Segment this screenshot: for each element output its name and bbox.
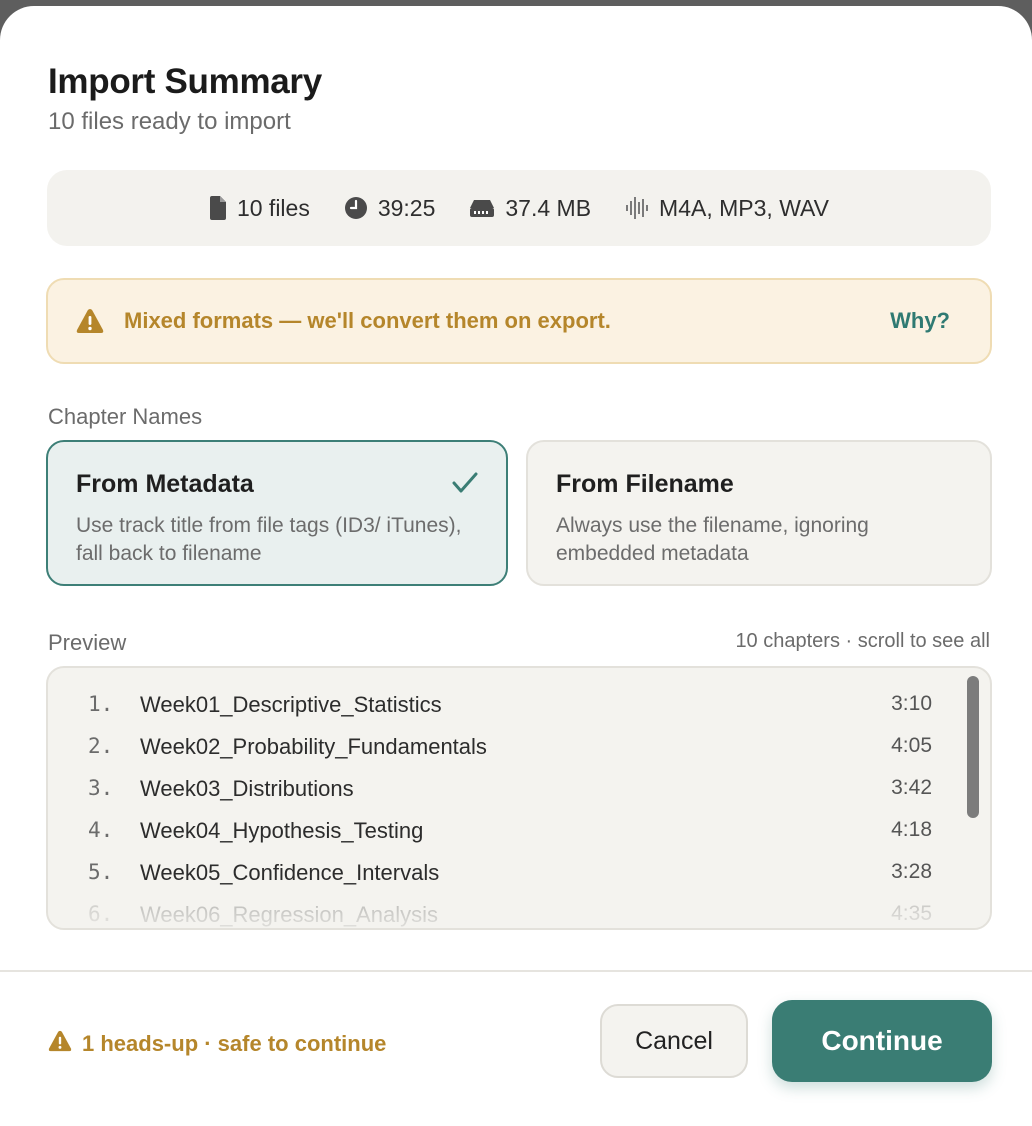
option-title: From Metadata bbox=[76, 470, 254, 498]
chapter-number: 6. bbox=[88, 902, 114, 926]
dialog-subtitle: 10 files ready to import bbox=[48, 108, 291, 135]
warning-icon bbox=[48, 1030, 72, 1058]
chapter-number: 1. bbox=[88, 692, 114, 716]
chapter-number: 2. bbox=[88, 734, 114, 758]
chapter-number: 4. bbox=[88, 818, 114, 842]
stat-files: 10 files bbox=[209, 195, 310, 222]
dialog-title: Import Summary bbox=[48, 62, 322, 101]
scrollbar-thumb[interactable] bbox=[967, 676, 979, 818]
chapter-number: 5. bbox=[88, 860, 114, 884]
option-title: From Filename bbox=[556, 470, 734, 498]
chapter-name: Week04_Hypothesis_Testing bbox=[140, 818, 424, 843]
chapter-name: Week02_Probability_Fundamentals bbox=[140, 734, 487, 759]
waveform-icon bbox=[625, 196, 649, 220]
preview-label: Preview bbox=[48, 630, 127, 655]
stat-formats-value: M4A, MP3, WAV bbox=[659, 194, 830, 221]
why-link[interactable]: Why? bbox=[890, 308, 950, 334]
chapter-row: 1. Week01_Descriptive_Statistics 3:10 bbox=[48, 686, 990, 728]
stat-duration-value: 39:25 bbox=[377, 194, 436, 221]
drive-icon bbox=[469, 198, 495, 218]
option-from-metadata[interactable]: From Metadata Use track title from file … bbox=[46, 440, 508, 586]
warning-icon bbox=[76, 308, 104, 339]
option-description: Always use the filename, ignoring embedd… bbox=[556, 514, 869, 565]
chapter-name: Week06_Regression_Analysis bbox=[140, 902, 438, 927]
continue-button[interactable]: Continue bbox=[772, 1000, 992, 1082]
stat-formats: M4A, MP3, WAV bbox=[625, 195, 829, 222]
chapter-duration: 4:35 bbox=[891, 902, 932, 925]
cancel-button[interactable]: Cancel bbox=[600, 1004, 748, 1078]
chapter-row: 6. Week06_Regression_Analysis 4:35 bbox=[48, 896, 990, 928]
stat-size: 37.4 MB bbox=[469, 195, 591, 222]
import-summary-dialog: Import Summary 10 files ready to import … bbox=[0, 6, 1032, 1126]
chapter-number: 3. bbox=[88, 776, 114, 800]
checkmark-icon bbox=[452, 472, 478, 499]
chapter-duration: 3:28 bbox=[891, 860, 932, 883]
chapter-preview-list[interactable]: 1. Week01_Descriptive_Statistics 3:10 2.… bbox=[46, 666, 992, 930]
mixed-formats-warning: Mixed formats — we'll convert them on ex… bbox=[46, 278, 992, 364]
stat-files-value: 10 files bbox=[236, 194, 310, 221]
chapter-row: 4. Week04_Hypothesis_Testing 4:18 bbox=[48, 812, 990, 854]
preview-scrollbar[interactable] bbox=[962, 676, 984, 926]
chapter-row: 2. Week02_Probability_Fundamentals 4:05 bbox=[48, 728, 990, 770]
stats-bar: 10 files 39:25 37.4 MB M4A, MP3, WAV bbox=[47, 170, 991, 246]
file-icon bbox=[209, 196, 227, 220]
preview-meta: 10 chapters · scroll to see all bbox=[735, 630, 990, 652]
footer-status: 1 heads-up · safe to continue bbox=[48, 1030, 386, 1058]
stat-size-value: 37.4 MB bbox=[505, 194, 592, 221]
chapter-row: 5. Week05_Confidence_Intervals 3:28 bbox=[48, 854, 990, 896]
chapter-name: Week05_Confidence_Intervals bbox=[140, 860, 440, 885]
chapter-duration: 3:10 bbox=[891, 692, 932, 715]
stat-duration: 39:25 bbox=[344, 194, 436, 222]
chapter-list: 1. Week01_Descriptive_Statistics 3:10 2.… bbox=[48, 686, 990, 928]
clock-icon bbox=[344, 196, 368, 220]
option-from-filename[interactable]: From Filename Always use the filename, i… bbox=[526, 440, 992, 586]
chapter-name: Week03_Distributions bbox=[140, 776, 354, 801]
chapter-duration: 3:42 bbox=[891, 776, 932, 799]
chapter-duration: 4:05 bbox=[891, 734, 932, 757]
footer-status-text: 1 heads-up · safe to continue bbox=[82, 1031, 387, 1056]
chapter-row: 3. Week03_Distributions 3:42 bbox=[48, 770, 990, 812]
footer-divider bbox=[0, 970, 1032, 972]
chapter-name: Week01_Descriptive_Statistics bbox=[140, 692, 442, 717]
chapter-names-label: Chapter Names bbox=[48, 404, 203, 429]
chapter-duration: 4:18 bbox=[891, 818, 932, 841]
option-description: Use track title from file tags (ID3/ iTu… bbox=[76, 514, 462, 565]
warning-text: Mixed formats — we'll convert them on ex… bbox=[124, 308, 611, 333]
